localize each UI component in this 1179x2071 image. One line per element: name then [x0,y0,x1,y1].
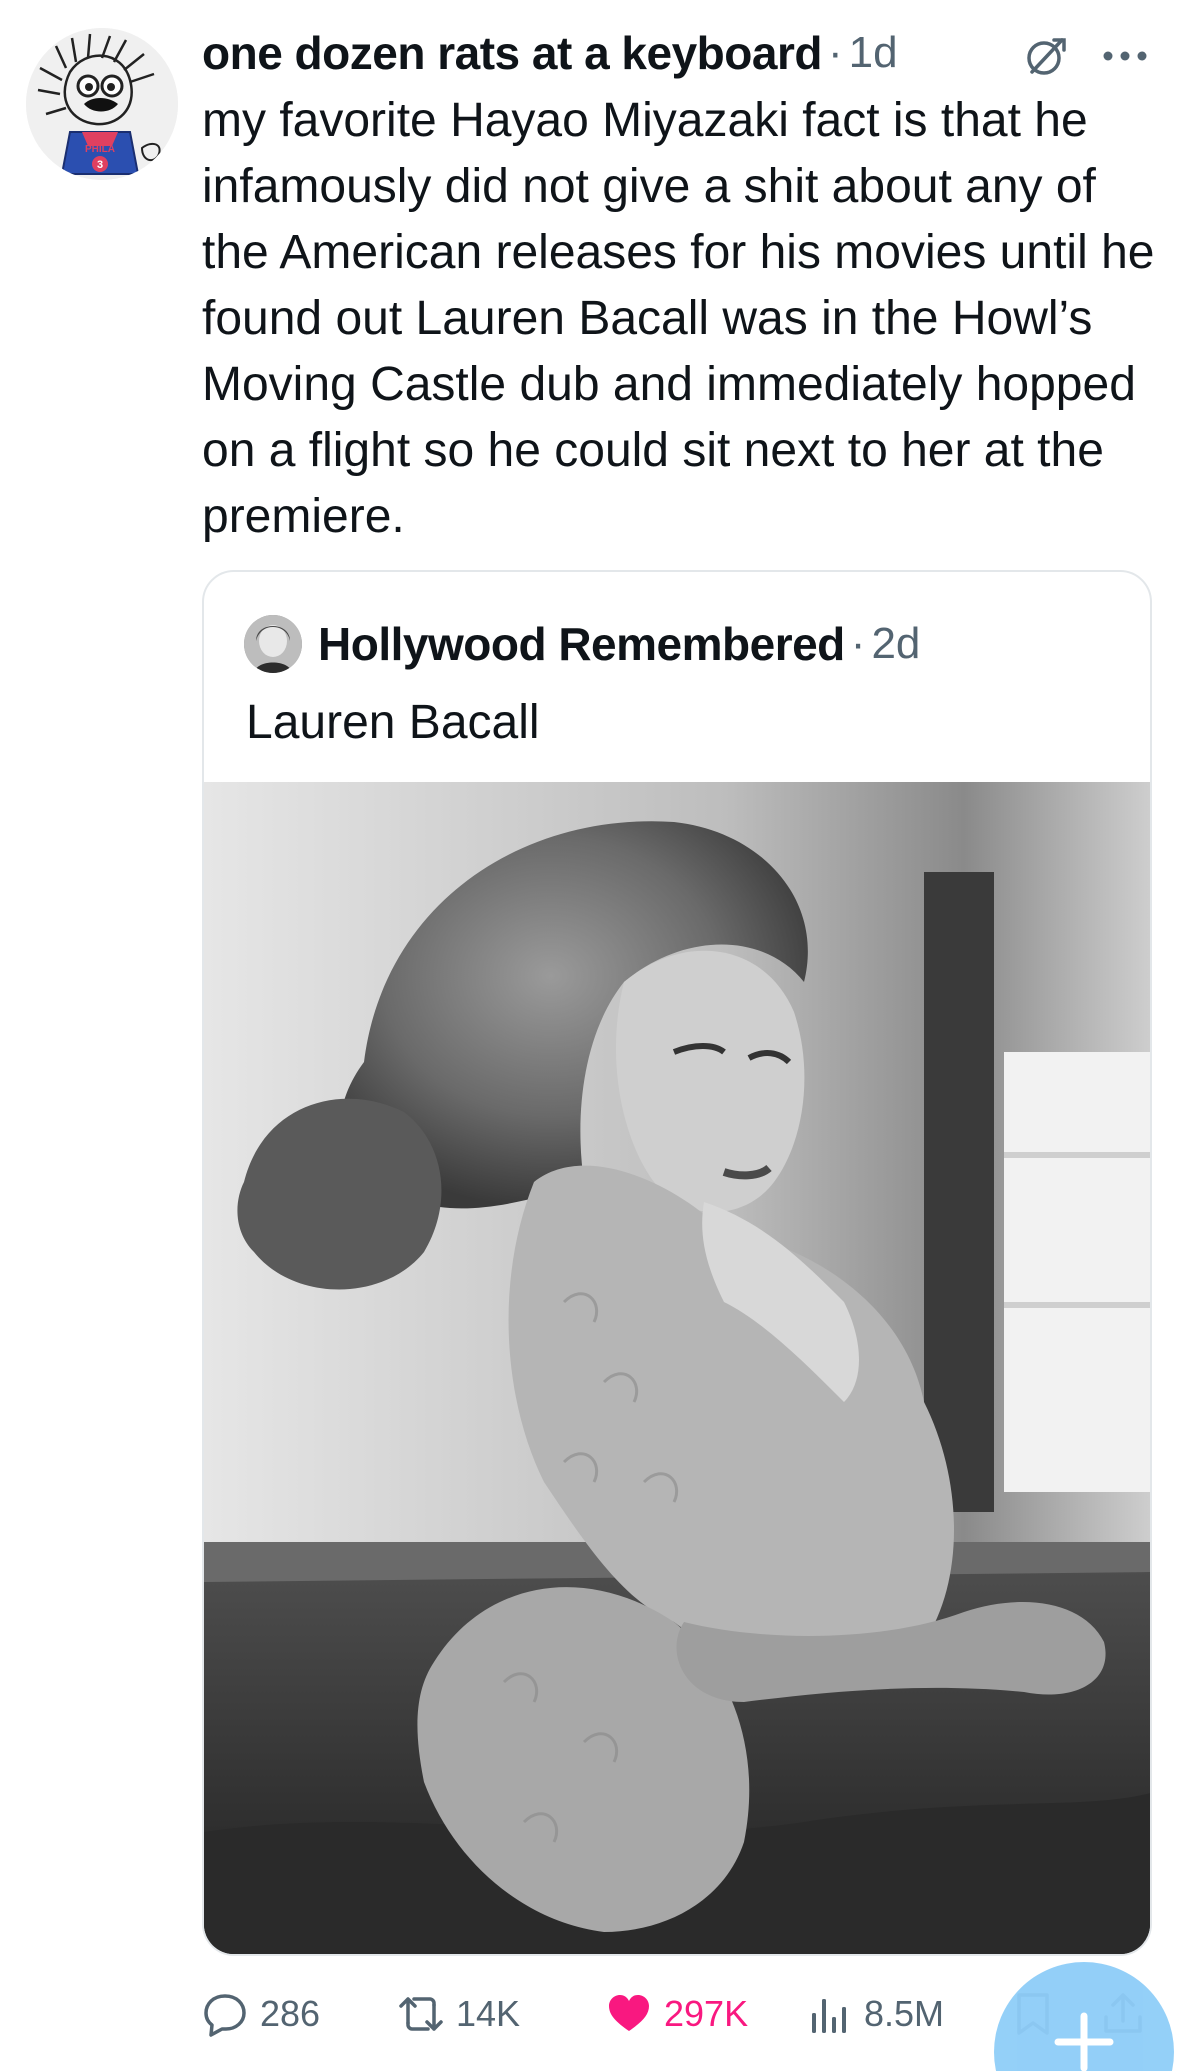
heart-icon [609,1995,649,2031]
views-icon [812,1999,846,2033]
cartoon-avatar-icon: PHILA 3 [26,28,178,180]
author-avatar[interactable]: PHILA 3 [26,28,178,180]
reply-button[interactable]: 286 [202,1986,320,2042]
reply-count: 286 [260,1993,321,2034]
like-count: 297K [664,1993,749,2034]
plus-icon [1054,2012,1114,2071]
quoted-timestamp: 2d [871,619,921,668]
reply-icon [204,1994,246,2037]
quoted-post-header: Hollywood Remembered · 2d [244,612,920,676]
svg-text:PHILA: PHILA [85,144,115,155]
post-header: one dozen rats at a keyboard · 1d [202,22,1162,84]
svg-text:3: 3 [97,159,103,171]
header-separator: · [827,28,843,77]
grok-icon[interactable] [1024,34,1068,78]
author-name[interactable]: one dozen rats at a keyboard [202,26,822,80]
like-button[interactable]: 297K [606,1986,748,2042]
more-icon[interactable] [1100,46,1150,66]
quoted-author-avatar [244,615,302,673]
quoted-post-card[interactable]: Hollywood Remembered · 2d Lauren Bacall [202,570,1152,1956]
repost-button[interactable]: 14K [398,1986,520,2042]
quoted-separator: · [850,619,866,668]
repost-count: 14K [456,1993,521,2034]
quoted-post-text: Lauren Bacall [246,696,540,749]
portrait-avatar-icon [244,615,302,673]
compose-button[interactable] [994,1962,1174,2071]
repost-icon [399,1997,443,2031]
view-count: 8.5M [864,1993,945,2034]
portrait-photo-image [204,782,1150,1954]
post-text: my favorite Hayao Miyazaki fact is that … [202,94,1155,543]
post: PHILA 3 one dozen rats at a keyboard · 1… [0,0,1179,2071]
views-button[interactable]: 8.5M [806,1986,944,2042]
post-timestamp[interactable]: 1d [849,28,898,78]
quoted-author-name[interactable]: Hollywood Remembered [318,617,845,671]
quoted-post-photo[interactable] [204,782,1150,1954]
